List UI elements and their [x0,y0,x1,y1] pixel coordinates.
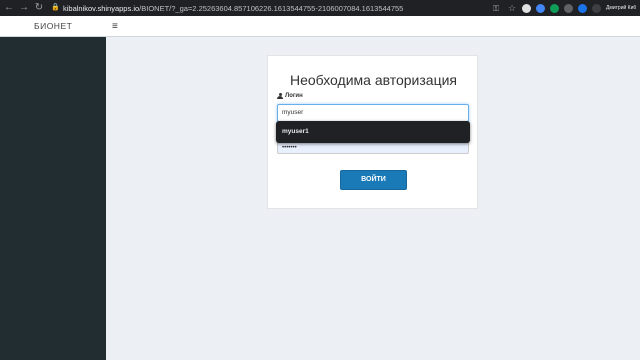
login-title: Необходима авторизация [289,72,458,88]
arrow-left-icon[interactable]: ← [3,2,15,14]
app-header: БИОНЕТ ≡ [0,16,640,37]
extension-icon[interactable] [578,3,587,13]
user-icon [277,93,283,99]
address-bar[interactable]: kibalnikov.shinyapps.io/BIONET/?_ga=2.25… [63,4,403,13]
extension-icon[interactable] [564,3,573,13]
password-input[interactable]: ••••••• [277,142,469,154]
login-label-text: Логин [285,93,303,99]
extensions-row: ⚿ ☆ Дмитрий Кибальников [493,2,636,14]
extension-icon[interactable] [522,3,531,13]
username-input[interactable]: myuser [277,104,469,122]
login-label: Логин [277,93,303,99]
extension-icon[interactable] [550,3,559,13]
sidebar [0,37,106,360]
autofill-suggestion[interactable]: myuser1 [282,121,309,143]
login-button[interactable]: ВОЙТИ [340,170,407,190]
menu-toggle-icon[interactable]: ≡ [112,16,118,37]
lock-icon[interactable]: 🔒 [51,4,60,12]
login-panel: Необходима авторизация Логин myuser ••••… [267,55,478,209]
star-icon[interactable]: ☆ [508,3,517,13]
browser-toolbar: ← → ↻ 🔒 kibalnikov.shinyapps.io/BIONET/?… [0,0,640,16]
key-icon[interactable]: ⚿ [493,4,503,13]
url-host: kibalnikov.shinyapps.io [63,3,140,13]
app-logo[interactable]: БИОНЕТ [0,16,106,37]
arrow-right-icon[interactable]: → [18,2,30,14]
extension-icon[interactable] [536,3,545,13]
autofill-dropdown: myuser1 [276,121,470,143]
extension-icon[interactable] [592,3,601,13]
reload-icon[interactable]: ↻ [33,2,45,14]
profile-name[interactable]: Дмитрий Кибальников [606,5,636,11]
url-path: /BIONET/?_ga=2.25263604.857106226.161354… [139,3,404,13]
